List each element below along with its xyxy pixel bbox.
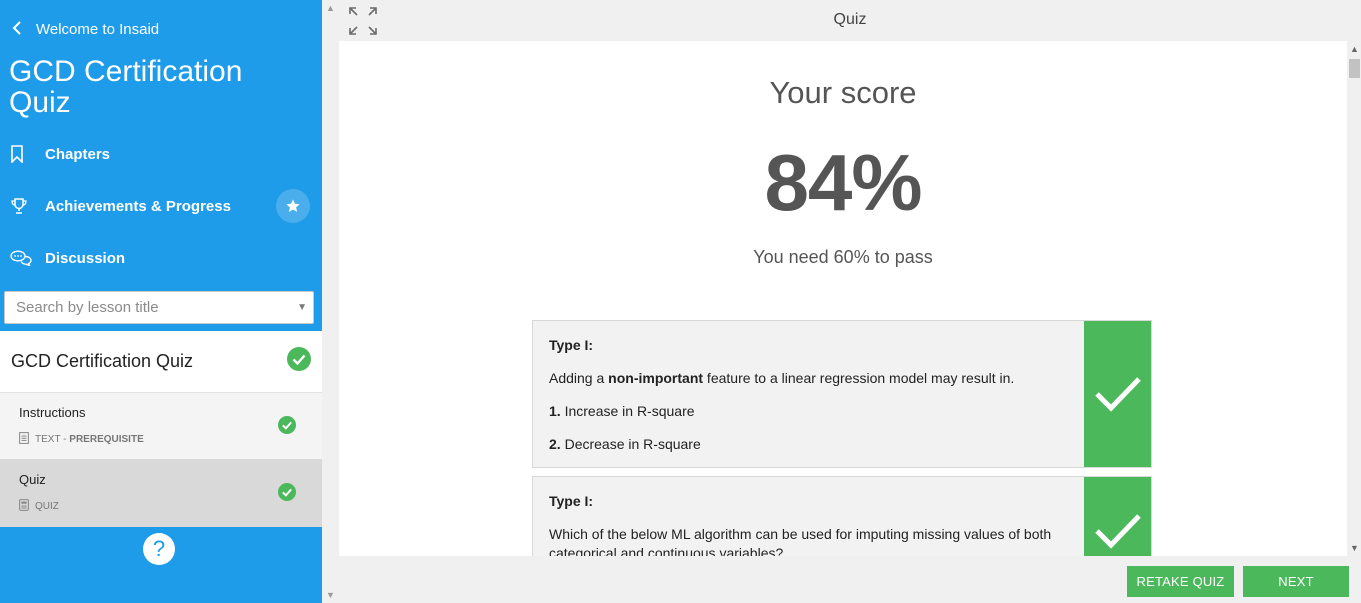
lesson-meta: QUIZ (19, 499, 303, 514)
nav-achievements[interactable]: Achievements & Progress (0, 184, 322, 228)
page-title: Quiz (833, 11, 867, 28)
retake-quiz-button[interactable]: RETAKE QUIZ (1127, 566, 1234, 597)
quiz-results: Your score 84% You need 60% to pass Type… (339, 41, 1347, 556)
trophy-icon (0, 197, 45, 215)
back-link-label: Welcome to Insaid (36, 21, 160, 38)
lesson-meta: TEXT - PREREQUISITE (19, 432, 303, 447)
scroll-up-icon[interactable]: ▲ (326, 3, 335, 13)
correct-check-icon (1084, 321, 1151, 467)
scroll-up-icon[interactable]: ▲ (1350, 44, 1359, 54)
section-header[interactable]: GCD Certification Quiz (0, 331, 322, 393)
question-card: Type I: Which of the below ML algorithm … (532, 476, 1152, 556)
score-label: Your score (769, 75, 917, 110)
sidebar: Welcome to Insaid GCD Certification Quiz… (0, 0, 322, 603)
chat-icon (0, 250, 45, 266)
check-circle-icon (287, 347, 311, 376)
course-title: GCD Certification Quiz (9, 55, 243, 119)
nav-achievements-label: Achievements & Progress (45, 197, 231, 215)
back-link[interactable]: Welcome to Insaid (12, 20, 159, 39)
nav-chapters-label: Chapters (45, 145, 111, 163)
lesson-search-input[interactable] (5, 292, 313, 323)
nav-discussion-label: Discussion (45, 249, 126, 267)
check-circle-icon (278, 416, 296, 439)
lesson-type: QUIZ (35, 501, 59, 512)
lesson-item-quiz[interactable]: Quiz QUIZ (0, 460, 322, 527)
question-type: Type I: (549, 493, 594, 509)
content-scrollbar[interactable]: ▲ ▼ (1347, 41, 1361, 556)
check-circle-icon (278, 483, 296, 506)
scrollbar-thumb[interactable] (1349, 59, 1360, 78)
lesson-type: TEXT (35, 434, 61, 445)
footer-bar: RETAKE QUIZ NEXT (339, 556, 1361, 603)
nav-discussion[interactable]: Discussion (0, 236, 322, 280)
next-button[interactable]: NEXT (1243, 566, 1349, 597)
lesson-meta-separator: - (60, 434, 70, 445)
question-text: Which of the below ML algorithm can be u… (549, 526, 1052, 556)
bookmark-icon (0, 145, 45, 163)
lesson-tag: PREREQUISITE (69, 434, 144, 445)
dropdown-caret-icon[interactable]: ▼ (297, 302, 307, 313)
help-icon: ? (152, 536, 166, 561)
answer-option: 1. Increase in R-square (549, 403, 695, 419)
scroll-down-icon[interactable]: ▼ (1350, 543, 1359, 553)
question-text: Adding a non-important feature to a line… (549, 370, 1015, 386)
scroll-down-icon[interactable]: ▼ (326, 590, 335, 600)
quiz-icon (19, 499, 29, 514)
lesson-item-instructions[interactable]: Instructions TEXT - PREREQUISITE (0, 393, 322, 460)
answer-option: 2. Decrease in R-square (549, 436, 701, 452)
chevron-left-icon (12, 20, 22, 39)
lesson-list: GCD Certification Quiz Instructions TEXT… (0, 331, 322, 527)
sidebar-scrollbar[interactable]: ▲ ▼ (322, 0, 339, 603)
question-type: Type I: (549, 337, 594, 353)
question-card: Type I: Adding a non-important feature t… (532, 320, 1152, 468)
lesson-title: Quiz (19, 472, 46, 487)
section-title: GCD Certification Quiz (11, 351, 194, 371)
correct-check-icon (1084, 477, 1151, 556)
star-icon[interactable] (276, 189, 310, 223)
lesson-search: ▼ (4, 291, 314, 324)
top-bar: Quiz (339, 0, 1361, 41)
score-value: 84% (764, 138, 922, 227)
pass-requirement: You need 60% to pass (753, 247, 933, 267)
help-button[interactable]: ? (143, 533, 175, 565)
document-icon (19, 432, 29, 447)
nav-chapters[interactable]: Chapters (0, 132, 322, 176)
lesson-title: Instructions (19, 405, 86, 420)
